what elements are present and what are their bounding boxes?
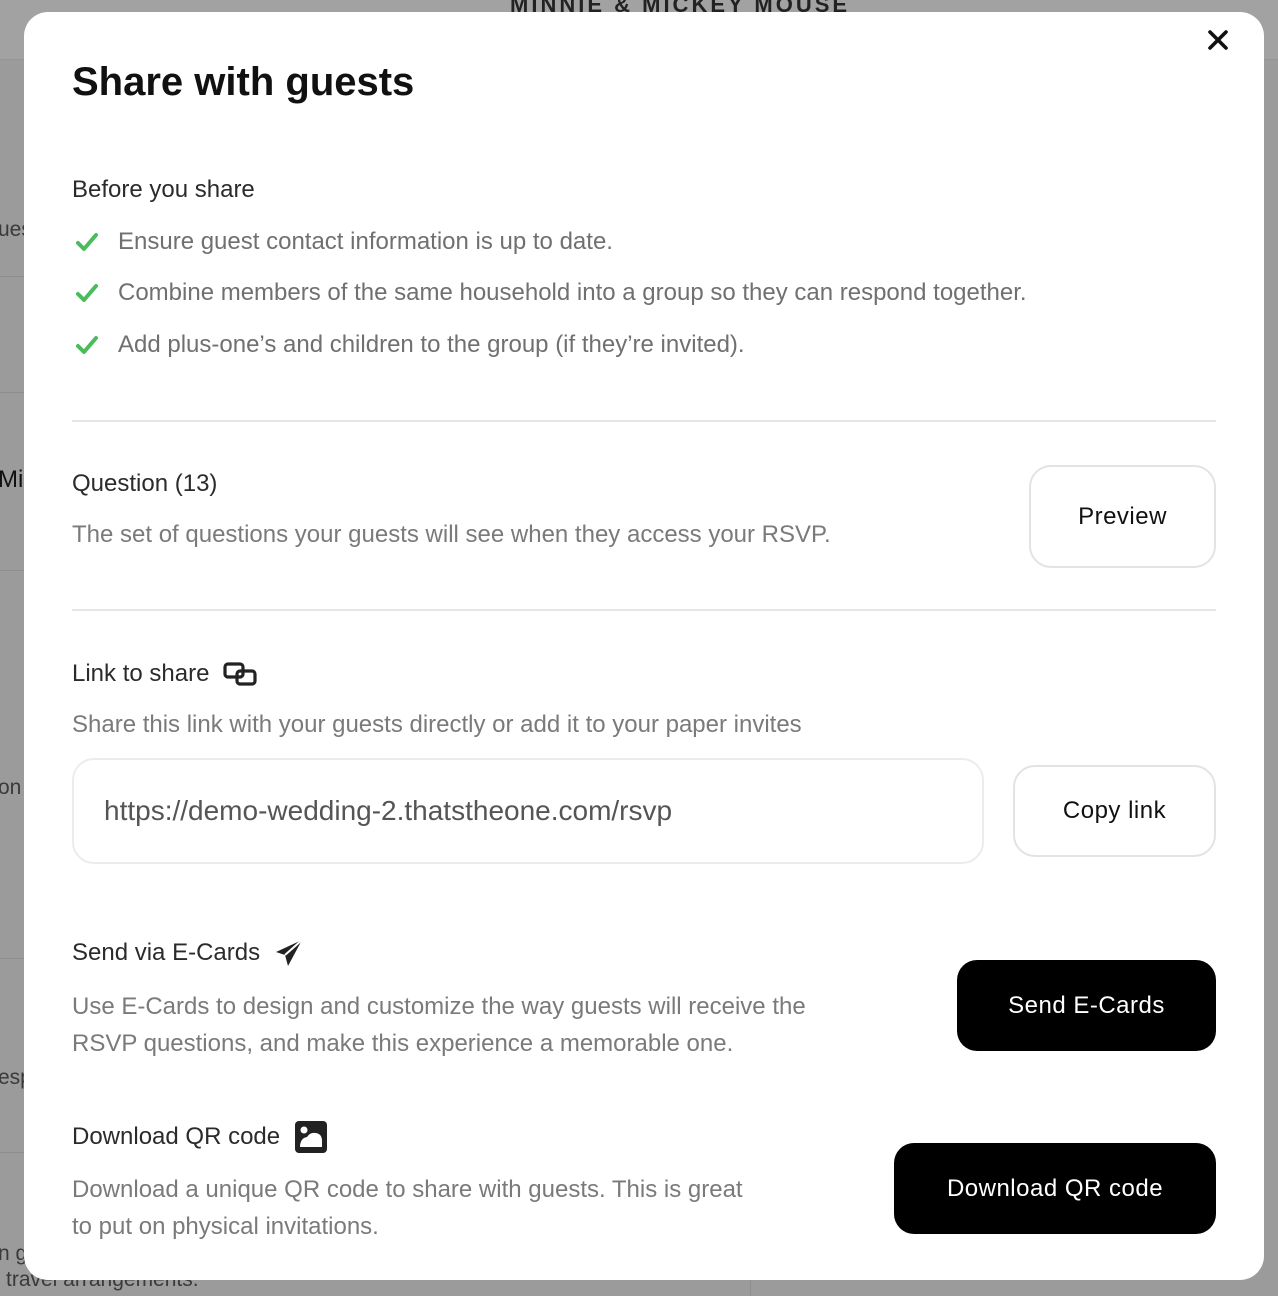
background-divider — [0, 1152, 26, 1153]
background-divider — [0, 392, 26, 393]
ecards-section-header: Send via E-Cards — [72, 938, 304, 968]
before-share-label: Before you share — [72, 176, 255, 203]
download-qr-button[interactable]: Download QR code — [894, 1143, 1216, 1234]
copy-link-button[interactable]: Copy link — [1013, 765, 1216, 857]
background-divider — [0, 958, 26, 959]
background-divider — [0, 570, 26, 571]
checklist-item: Add plus-one’s and children to the group… — [76, 331, 745, 359]
checklist-item: Combine members of the same household in… — [76, 279, 1027, 307]
checklist-item-text: Add plus-one’s and children to the group… — [118, 331, 745, 358]
checklist-item-text: Ensure guest contact information is up t… — [118, 228, 613, 255]
modal-title: Share with guests — [72, 60, 415, 104]
qr-label: Download QR code — [72, 1123, 281, 1150]
qr-section-header: Download QR code — [72, 1120, 328, 1154]
checklist-item: Ensure guest contact information is up t… — [76, 228, 613, 256]
link-section-header: Link to share — [72, 660, 258, 688]
ecards-description-line1: Use E-Cards to design and customize the … — [72, 993, 806, 1020]
check-icon — [76, 336, 98, 354]
questions-label: Question (13) — [72, 470, 218, 497]
check-icon — [76, 233, 98, 251]
ecards-description-line2: RSVP questions, and make this experience… — [72, 1030, 734, 1057]
background-text: Mi — [0, 466, 24, 493]
close-icon — [1208, 30, 1228, 50]
link-description: Share this link with your guests directl… — [72, 711, 802, 738]
checklist-item-text: Combine members of the same household in… — [118, 279, 1027, 306]
image-icon — [295, 1121, 328, 1153]
qr-description-line1: Download a unique QR code to share with … — [72, 1176, 743, 1203]
send-ecards-button[interactable]: Send E-Cards — [957, 960, 1216, 1051]
background-divider — [0, 276, 26, 277]
questions-description: The set of questions your guests will se… — [72, 521, 831, 548]
paper-plane-icon — [276, 939, 303, 966]
check-icon — [76, 284, 98, 302]
preview-button[interactable]: Preview — [1029, 465, 1216, 568]
link-icon — [223, 662, 258, 686]
close-button[interactable] — [1202, 24, 1234, 56]
qr-description-line2: to put on physical invitations. — [72, 1213, 379, 1240]
ecards-label: Send via E-Cards — [72, 939, 261, 966]
link-label: Link to share — [72, 660, 210, 687]
section-divider — [72, 420, 1216, 422]
share-modal: Share with guests Before you share Ensur… — [24, 12, 1264, 1280]
background-text: on — [0, 776, 22, 799]
section-divider — [72, 609, 1216, 611]
share-link-field[interactable] — [72, 758, 984, 864]
